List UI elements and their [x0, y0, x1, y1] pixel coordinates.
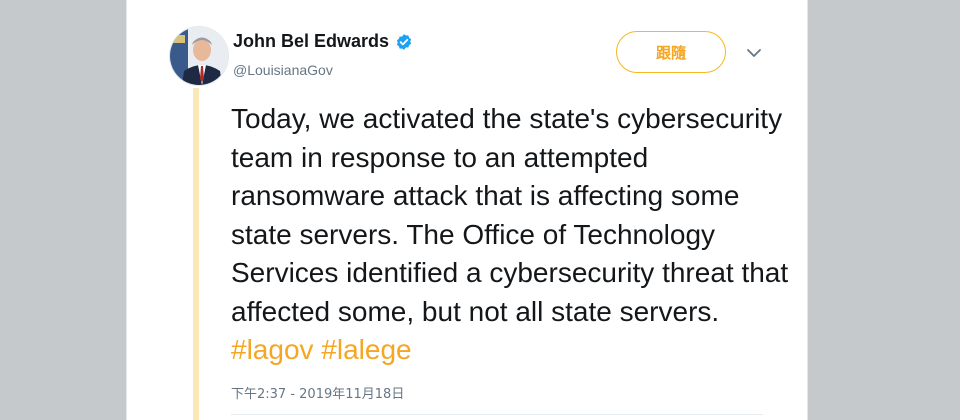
chevron-down-icon	[747, 48, 761, 57]
tweet-body: Today, we activated the state's cybersec…	[231, 103, 789, 327]
divider	[231, 414, 763, 415]
verified-badge-icon	[396, 33, 412, 50]
hashtag-lalege[interactable]: #lalege	[321, 334, 411, 365]
follow-button[interactable]: 跟隨	[616, 31, 726, 73]
author-name[interactable]: John Bel Edwards	[233, 31, 389, 52]
person-avatar-icon	[170, 27, 228, 85]
thread-line	[193, 88, 199, 420]
author-handle[interactable]: @LouisianaGov	[233, 62, 333, 78]
tweet-menu-button[interactable]	[745, 44, 763, 62]
author-row[interactable]: John Bel Edwards	[233, 31, 413, 52]
avatar[interactable]	[169, 26, 229, 86]
hashtag-lagov[interactable]: #lagov	[231, 334, 314, 365]
tweet-text: Today, we activated the state's cybersec…	[231, 100, 791, 370]
tweet-timestamp[interactable]: 下午2:37 - 2019年11月18日	[231, 383, 404, 402]
tweet-card: John Bel Edwards @LouisianaGov 跟隨 Today,…	[126, 0, 808, 420]
